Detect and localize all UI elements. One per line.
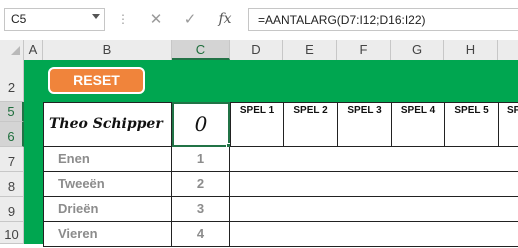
score-cell[interactable] xyxy=(337,172,392,197)
score-cell[interactable] xyxy=(498,197,518,222)
column-header-i[interactable]: I xyxy=(498,40,518,60)
row-header-6[interactable]: 6 xyxy=(0,122,24,147)
cancel-icon[interactable]: ✕ xyxy=(141,8,171,31)
category-number-3[interactable]: 3 xyxy=(172,197,230,222)
score-cell[interactable] xyxy=(283,197,338,222)
name-box[interactable]: C5 xyxy=(4,8,105,31)
game-cell[interactable] xyxy=(283,118,338,147)
score-cell[interactable] xyxy=(230,222,284,247)
column-header-d[interactable]: D xyxy=(230,40,283,60)
score-cell[interactable] xyxy=(444,222,499,247)
column-header-a[interactable]: A xyxy=(24,40,43,60)
category-label-vieren[interactable]: Vieren xyxy=(43,222,172,247)
game-header-6: SPEL 6 xyxy=(498,102,518,119)
score-cell[interactable] xyxy=(444,197,499,222)
name-box-dropdown-icon[interactable] xyxy=(92,14,100,19)
category-number-1[interactable]: 1 xyxy=(172,147,230,172)
score-cell[interactable] xyxy=(391,197,445,222)
category-label-enen[interactable]: Enen xyxy=(43,147,172,172)
score-cell[interactable] xyxy=(498,222,518,247)
column-header-c[interactable]: C xyxy=(172,40,230,60)
column-header-h[interactable]: H xyxy=(444,40,498,60)
player-name-cell[interactable]: Theo Schipper xyxy=(43,102,172,147)
select-all-icon xyxy=(11,46,20,55)
category-label-drieen[interactable]: Drieën xyxy=(43,197,172,222)
score-cell[interactable] xyxy=(283,147,338,172)
game-header-3: SPEL 3 xyxy=(337,102,392,119)
game-cell[interactable] xyxy=(444,118,499,147)
score-cell[interactable] xyxy=(391,172,445,197)
category-number-4[interactable]: 4 xyxy=(172,222,230,247)
game-cell[interactable] xyxy=(498,118,518,147)
game-cell[interactable] xyxy=(391,118,445,147)
score-cell[interactable] xyxy=(444,172,499,197)
column-header-f[interactable]: F xyxy=(337,40,391,60)
column-header-b[interactable]: B xyxy=(43,40,172,60)
game-header-4: SPEL 4 xyxy=(391,102,445,119)
score-cell[interactable] xyxy=(283,172,338,197)
total-score-cell[interactable]: 0 xyxy=(172,102,230,147)
score-cell[interactable] xyxy=(337,147,392,172)
score-cell[interactable] xyxy=(444,147,499,172)
score-cell[interactable] xyxy=(498,147,518,172)
score-cell[interactable] xyxy=(283,222,338,247)
score-cell[interactable] xyxy=(337,222,392,247)
formula-input[interactable]: =AANTALARG(D7:I12;D16:I22) xyxy=(248,8,518,31)
game-header-1: SPEL 1 xyxy=(230,102,284,119)
row-header-8[interactable]: 8 xyxy=(0,172,24,197)
game-cell[interactable] xyxy=(230,118,284,147)
enter-icon[interactable]: ✓ xyxy=(175,8,205,31)
score-cell[interactable] xyxy=(391,147,445,172)
score-cell[interactable] xyxy=(498,172,518,197)
row-header-10[interactable]: 10 xyxy=(0,222,24,244)
category-number-2[interactable]: 2 xyxy=(172,172,230,197)
row-header-9[interactable]: 9 xyxy=(0,197,24,222)
formula-bar-grip-icon: ⋮ xyxy=(117,12,129,26)
score-cell[interactable] xyxy=(230,197,284,222)
reset-button[interactable]: RESET xyxy=(48,67,145,94)
game-header-5: SPEL 5 xyxy=(444,102,499,119)
game-header-2: SPEL 2 xyxy=(283,102,338,119)
column-header-e[interactable]: E xyxy=(283,40,337,60)
score-cell[interactable] xyxy=(337,197,392,222)
row-header-2[interactable]: 2 xyxy=(0,60,24,102)
row-header-7[interactable]: 7 xyxy=(0,147,24,172)
score-cell[interactable] xyxy=(230,172,284,197)
row-header-5[interactable]: 5 xyxy=(0,102,24,122)
column-header-g[interactable]: G xyxy=(391,40,444,60)
category-label-tweeen[interactable]: Tweeën xyxy=(43,172,172,197)
insert-function-button[interactable]: fx xyxy=(210,8,240,31)
score-cell[interactable] xyxy=(230,147,284,172)
game-cell[interactable] xyxy=(337,118,392,147)
score-cell[interactable] xyxy=(391,222,445,247)
